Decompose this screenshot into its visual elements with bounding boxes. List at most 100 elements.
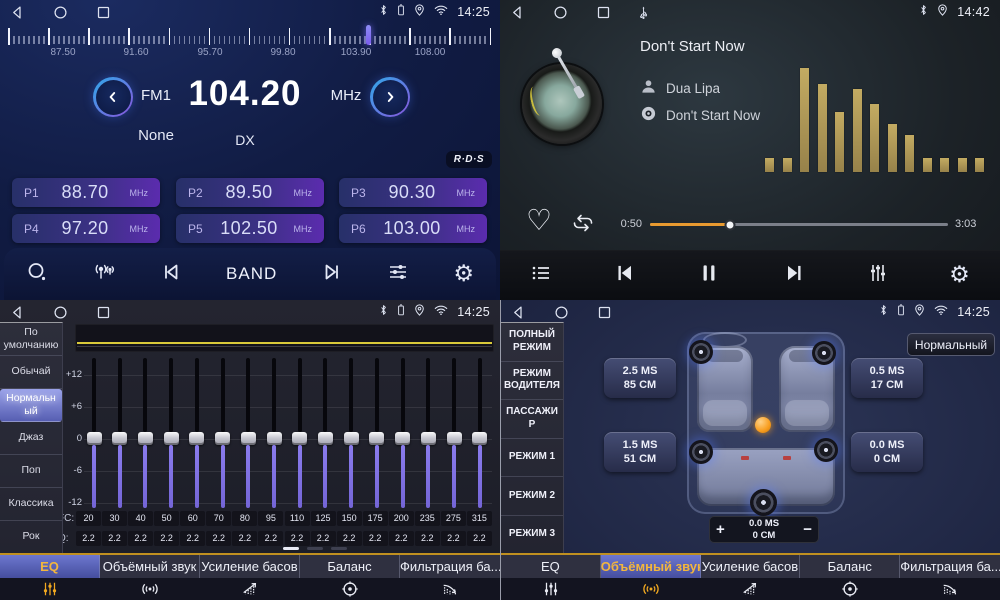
- nav-home-icon[interactable]: [53, 5, 68, 20]
- nav-home-icon[interactable]: [53, 305, 68, 320]
- tab-bass-boost[interactable]: Усиление басов: [701, 555, 801, 600]
- progress-knob[interactable]: [725, 219, 736, 230]
- nav-back-icon[interactable]: [10, 5, 25, 20]
- eq-preset-item-3[interactable]: Нормальный: [0, 389, 62, 422]
- nav-recents-icon[interactable]: [96, 305, 111, 320]
- q-value-10[interactable]: 2.2: [311, 531, 336, 546]
- tab-surround-sound[interactable]: Объёмный звук: [100, 555, 200, 600]
- rear-right-speaker-icon[interactable]: [814, 438, 838, 462]
- fc-value-6[interactable]: 70: [206, 511, 231, 526]
- nav-back-icon[interactable]: [10, 305, 25, 320]
- fc-value-8[interactable]: 95: [258, 511, 283, 526]
- nav-recents-icon[interactable]: [596, 5, 611, 20]
- front-left-delay-button[interactable]: 2.5 MS85 CM: [604, 358, 676, 398]
- preset-p5[interactable]: P5102.50MHz: [176, 214, 324, 243]
- q-value-1[interactable]: 2.2: [76, 531, 101, 546]
- fc-value-15[interactable]: 275: [441, 511, 466, 526]
- q-value-8[interactable]: 2.2: [258, 531, 283, 546]
- eq-band-slider-16[interactable]: [472, 358, 488, 508]
- fc-value-1[interactable]: 20: [76, 511, 101, 526]
- broadcast-icon[interactable]: [92, 261, 116, 288]
- eq-preset-item-4[interactable]: Джаз: [0, 422, 62, 455]
- nav-home-icon[interactable]: [554, 305, 569, 320]
- preset-p6[interactable]: P6103.00MHz: [339, 214, 487, 243]
- eq-band-slider-11[interactable]: [343, 358, 359, 508]
- fc-value-13[interactable]: 200: [389, 511, 414, 526]
- q-value-2[interactable]: 2.2: [102, 531, 127, 546]
- q-value-4[interactable]: 2.2: [154, 531, 179, 546]
- fc-value-4[interactable]: 50: [154, 511, 179, 526]
- front-right-delay-button[interactable]: 0.5 MS17 CM: [851, 358, 923, 398]
- front-right-speaker-icon[interactable]: [812, 341, 836, 365]
- eq-preset-item-5[interactable]: Поп: [0, 455, 62, 488]
- eq-band-slider-13[interactable]: [395, 358, 411, 508]
- eq-band-slider-1[interactable]: [86, 358, 102, 508]
- rear-left-delay-button[interactable]: 1.5 MS51 CM: [604, 432, 676, 472]
- progress-bar[interactable]: [650, 223, 948, 226]
- fc-value-3[interactable]: 40: [128, 511, 153, 526]
- next-icon[interactable]: [782, 261, 806, 290]
- next-icon[interactable]: [321, 261, 343, 288]
- tab-band-filter[interactable]: Фильтрация ба...: [400, 555, 500, 600]
- frequency-pointer[interactable]: [366, 25, 371, 45]
- eq-band-slider-15[interactable]: [446, 358, 462, 508]
- fc-value-2[interactable]: 30: [102, 511, 127, 526]
- q-value-11[interactable]: 2.2: [337, 531, 362, 546]
- eq-preset-item-7[interactable]: Рок: [0, 521, 62, 553]
- q-value-6[interactable]: 2.2: [206, 531, 231, 546]
- eq-band-slider-6[interactable]: [215, 358, 231, 508]
- nav-home-icon[interactable]: [553, 5, 568, 20]
- nav-back-icon[interactable]: [511, 305, 526, 320]
- mode-item-2[interactable]: РЕЖИМ ВОДИТЕЛЯ: [501, 362, 563, 401]
- q-value-15[interactable]: 2.2: [441, 531, 466, 546]
- eq-preset-item-6[interactable]: Классика: [0, 488, 62, 521]
- q-value-13[interactable]: 2.2: [389, 531, 414, 546]
- tab-band-filter[interactable]: Фильтрация ба...: [900, 555, 1000, 600]
- front-left-speaker-icon[interactable]: [689, 340, 713, 364]
- fc-value-14[interactable]: 235: [415, 511, 440, 526]
- previous-icon[interactable]: [613, 261, 637, 290]
- fc-value-5[interactable]: 60: [180, 511, 205, 526]
- q-value-3[interactable]: 2.2: [128, 531, 153, 546]
- playlist-icon[interactable]: [530, 262, 552, 289]
- nav-back-icon[interactable]: [510, 5, 525, 20]
- listening-position-marker[interactable]: [755, 417, 771, 433]
- tab-eq[interactable]: EQ: [501, 555, 601, 600]
- fc-value-7[interactable]: 80: [232, 511, 257, 526]
- mode-item-5[interactable]: РЕЖИМ 2: [501, 477, 563, 516]
- q-value-16[interactable]: 2.2: [467, 531, 492, 546]
- tune-up-button[interactable]: [370, 77, 410, 117]
- tab-eq[interactable]: EQ: [0, 555, 100, 600]
- nav-recents-icon[interactable]: [96, 5, 111, 20]
- mode-item-1[interactable]: ПОЛНЫЙ РЕЖИМ: [501, 323, 563, 362]
- fc-value-11[interactable]: 150: [337, 511, 362, 526]
- scan-icon[interactable]: [26, 261, 48, 288]
- pause-icon[interactable]: [697, 261, 721, 290]
- previous-icon[interactable]: [160, 261, 182, 288]
- eq-preset-item-2[interactable]: Обычай: [0, 356, 62, 389]
- eq-band-slider-14[interactable]: [420, 358, 436, 508]
- eq-band-slider-12[interactable]: [369, 358, 385, 508]
- tab-balance[interactable]: Баланс: [300, 555, 400, 600]
- eq-band-slider-5[interactable]: [189, 358, 205, 508]
- mode-item-6[interactable]: РЕЖИМ 3: [501, 516, 563, 554]
- eq-preset-item-1[interactable]: По умолчанию: [0, 323, 62, 356]
- fc-value-12[interactable]: 175: [363, 511, 388, 526]
- audio-settings-icon[interactable]: [387, 261, 409, 288]
- tab-surround-sound[interactable]: Объёмный звук: [601, 555, 701, 600]
- mode-item-4[interactable]: РЕЖИМ 1: [501, 439, 563, 478]
- settings-gear-icon[interactable]: ⚙: [949, 264, 970, 287]
- decrease-delay-button[interactable]: −: [803, 522, 812, 537]
- sound-profile-button[interactable]: Нормальный: [907, 333, 995, 356]
- q-value-7[interactable]: 2.2: [232, 531, 257, 546]
- subwoofer-icon[interactable]: [750, 489, 777, 516]
- mode-item-3[interactable]: ПАССАЖИР: [501, 400, 563, 439]
- settings-gear-icon[interactable]: ⚙: [453, 263, 474, 286]
- favorite-icon[interactable]: ♡: [526, 206, 552, 235]
- eq-band-slider-7[interactable]: [240, 358, 256, 508]
- repeat-icon[interactable]: [570, 212, 596, 239]
- increase-delay-button[interactable]: +: [716, 522, 725, 537]
- fc-value-10[interactable]: 125: [311, 511, 336, 526]
- preset-p4[interactable]: P497.20MHz: [12, 214, 160, 243]
- q-value-5[interactable]: 2.2: [180, 531, 205, 546]
